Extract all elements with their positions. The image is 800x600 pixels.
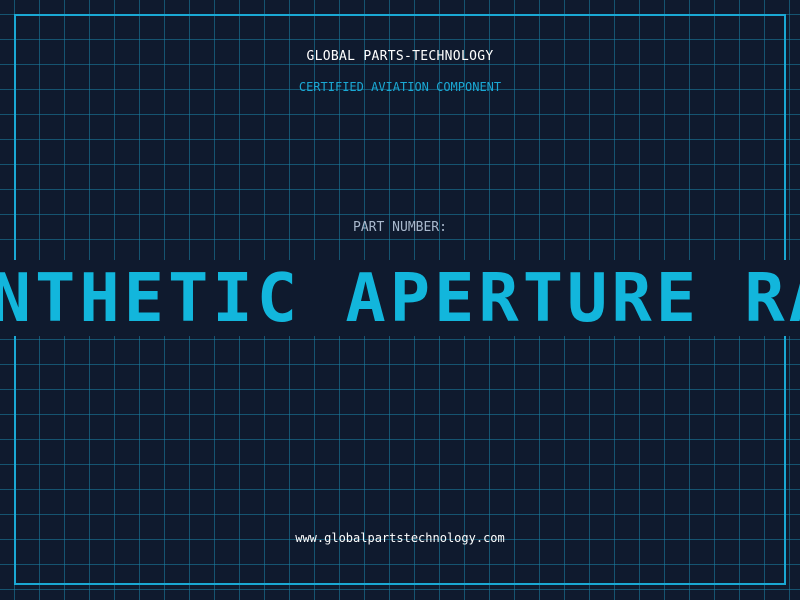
website-link[interactable]: www.globalpartstechnology.com — [0, 531, 800, 545]
company-name: GLOBAL PARTS-TECHNOLOGY — [306, 49, 494, 64]
part-number-value: SYNTHETIC APERTURE RADAR — [0, 260, 800, 336]
subtitle: CERTIFIED AVIATION COMPONENT — [298, 80, 502, 94]
part-number-label: PART NUMBER: — [353, 220, 447, 235]
part-number-banner: SYNTHETIC APERTURE RADAR — [0, 260, 800, 336]
